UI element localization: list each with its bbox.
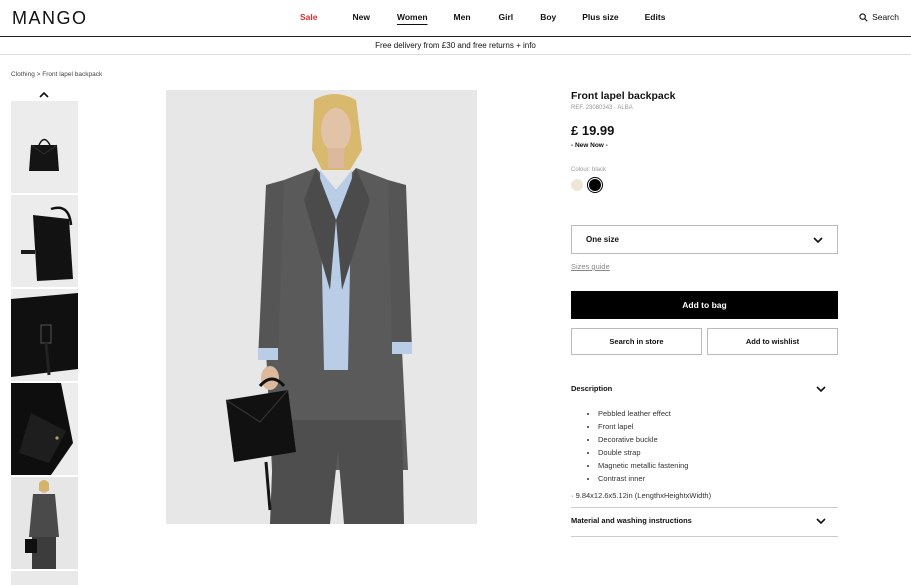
thumbnail-1[interactable] xyxy=(11,101,78,193)
swatch-cream[interactable] xyxy=(571,179,583,191)
main-nav: Sale New Women Men Girl Boy Plus size Ed… xyxy=(300,12,665,22)
backpack-inside-image xyxy=(11,383,78,475)
thumbnail-6[interactable] xyxy=(11,571,78,585)
material-heading: Material and washing instructions xyxy=(571,516,692,525)
colour-swatches xyxy=(571,177,838,193)
thumbnail-3[interactable] xyxy=(11,289,78,381)
chevron-down-icon xyxy=(813,236,823,243)
description-toggle[interactable]: Description xyxy=(571,384,838,393)
size-select-value: One size xyxy=(586,235,619,244)
list-item: Double strap xyxy=(598,446,688,459)
backpack-back-image xyxy=(11,289,78,381)
sizes-guide-link[interactable]: Sizes guide xyxy=(571,262,610,271)
model-wearing-backpack-image xyxy=(166,90,477,524)
list-item: Decorative buckle xyxy=(598,433,688,446)
promo-bar[interactable]: Free delivery from £30 and free returns … xyxy=(0,37,911,55)
divider xyxy=(571,536,838,537)
mango-logo[interactable]: MANGO xyxy=(12,8,88,29)
divider xyxy=(571,507,838,508)
product-reference: REF. 23080343 · ALBA xyxy=(571,105,633,111)
model-thumbnail-image xyxy=(11,477,78,569)
nav-edits[interactable]: Edits xyxy=(645,12,666,22)
thumbnail-5[interactable] xyxy=(11,477,78,569)
swatch-black[interactable] xyxy=(587,177,603,193)
nav-new[interactable]: New xyxy=(353,12,370,22)
list-item: Contrast inner xyxy=(598,472,688,485)
nav-women[interactable]: Women xyxy=(397,12,428,22)
breadcrumb[interactable]: Clothing > Front lapel backpack xyxy=(11,71,102,78)
search-button[interactable]: Search xyxy=(859,12,899,22)
nav-sale[interactable]: Sale xyxy=(300,12,318,22)
nav-girl[interactable]: Girl xyxy=(499,12,514,22)
chevron-up-icon[interactable] xyxy=(38,90,50,100)
site-header: MANGO Sale New Women Men Girl Boy Plus s… xyxy=(0,0,911,37)
size-select[interactable]: One size xyxy=(571,225,838,254)
new-now-badge: - New Now - xyxy=(571,142,608,149)
list-item: Pebbled leather effect xyxy=(598,407,688,420)
chevron-down-icon xyxy=(816,385,826,392)
list-item: Magnetic metallic fastening xyxy=(598,459,688,472)
search-icon xyxy=(859,12,868,22)
product-info: Front lapel backpack REF. 23080343 · ALB… xyxy=(571,90,838,537)
nav-plus-size[interactable]: Plus size xyxy=(582,12,618,22)
description-heading: Description xyxy=(571,384,613,393)
product-price: £ 19.99 xyxy=(571,123,615,138)
add-to-wishlist-button[interactable]: Add to wishlist xyxy=(707,328,838,355)
product-title: Front lapel backpack xyxy=(571,90,676,102)
nav-boy[interactable]: Boy xyxy=(540,12,556,22)
main-product-image[interactable] xyxy=(166,90,477,524)
description-list: Pebbled leather effect Front lapel Decor… xyxy=(598,407,688,485)
thumbnail-4[interactable] xyxy=(11,383,78,475)
chevron-down-icon xyxy=(816,517,826,524)
add-to-bag-button[interactable]: Add to bag xyxy=(571,291,838,319)
backpack-side-image xyxy=(11,195,78,287)
search-in-store-button[interactable]: Search in store xyxy=(571,328,702,355)
backpack-front-image xyxy=(11,101,78,193)
material-toggle[interactable]: Material and washing instructions xyxy=(571,516,838,525)
dimensions-text: · 9.84x12.6x5.12in (LengthxHeightxWidth) xyxy=(571,491,712,500)
search-label: Search xyxy=(872,12,899,22)
colour-label: Colour: black xyxy=(571,167,607,173)
nav-men[interactable]: Men xyxy=(454,12,471,22)
thumbnail-2[interactable] xyxy=(11,195,78,287)
list-item: Front lapel xyxy=(598,420,688,433)
